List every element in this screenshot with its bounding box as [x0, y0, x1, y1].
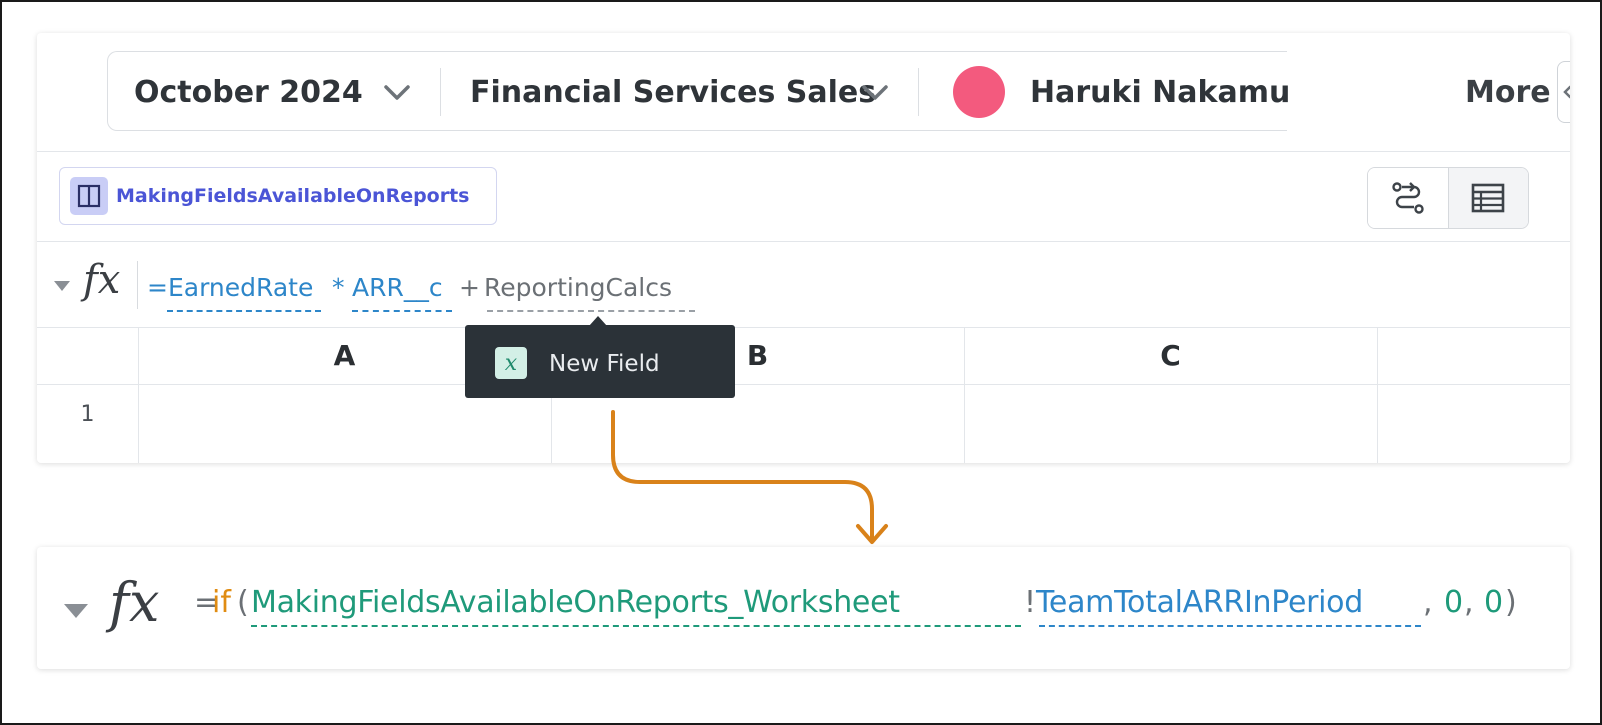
chevron-down-icon[interactable]: [382, 78, 412, 106]
user-filter-label[interactable]: Haruki Nakamu: [1030, 52, 1288, 132]
collapse-caret-icon[interactable]: [63, 602, 89, 620]
formula-token: ,: [1464, 585, 1474, 620]
formula-token: ): [1505, 585, 1517, 620]
formula-token[interactable]: =EarnedRate: [147, 273, 313, 302]
table-icon: [1471, 183, 1505, 213]
formula-token: !: [1024, 585, 1037, 620]
column-header-c[interactable]: C: [964, 327, 1377, 384]
token-underline: [251, 625, 1021, 627]
formula-token[interactable]: MakingFieldsAvailableOnReports_Worksheet: [251, 585, 900, 620]
flow-view-button[interactable]: [1368, 168, 1448, 228]
divider: [37, 241, 1570, 242]
avatar[interactable]: [953, 66, 1005, 118]
columns-icon: [70, 177, 108, 215]
fx-icon: fx: [83, 257, 121, 303]
worksheet-name: MakingFieldsAvailableOnReports: [116, 185, 470, 207]
formula-token[interactable]: if: [212, 585, 231, 620]
formula-token: ,: [1423, 585, 1433, 620]
row-number[interactable]: 1: [37, 384, 138, 444]
filter-bar: October 2024 Financial Services Sales Ha…: [107, 51, 1288, 132]
token-underline: [487, 310, 695, 312]
formula-token: *: [332, 273, 345, 302]
collapse-caret-icon[interactable]: [53, 279, 71, 293]
token-underline: [167, 310, 321, 312]
view-toggle-group: [1367, 167, 1529, 229]
filter-divider: [918, 68, 919, 116]
formula-token: (: [237, 585, 249, 620]
formula-divider: [137, 261, 138, 309]
formula-bar[interactable]: fx =EarnedRate * ARR__c + ReportingCalcs: [37, 243, 1570, 327]
worksheet-chip[interactable]: MakingFieldsAvailableOnReports: [59, 167, 497, 225]
formula-token: 0: [1444, 585, 1464, 620]
formula-token: 0: [1484, 585, 1504, 620]
tooltip-notch: [589, 316, 607, 326]
chevron-down-icon[interactable]: [860, 78, 890, 106]
formula-token: +: [459, 273, 480, 302]
more-button[interactable]: [1557, 61, 1570, 123]
token-underline: [352, 310, 452, 312]
spreadsheet-grid: A B C 1: [37, 327, 1570, 463]
variable-icon: x: [495, 347, 527, 379]
worksheet-panel: October 2024 Financial Services Sales Ha…: [37, 33, 1570, 463]
formula-token[interactable]: TeamTotalARRInPeriod: [1036, 585, 1363, 620]
more-label[interactable]: More: [1465, 75, 1551, 110]
divider: [37, 151, 1570, 152]
formula-result-panel: fx = if ( MakingFieldsAvailableOnReports…: [37, 547, 1570, 669]
tooltip-label: New Field: [549, 351, 660, 377]
flow-icon: [1392, 182, 1424, 214]
new-field-tooltip[interactable]: x New Field: [465, 316, 735, 398]
filter-divider: [440, 68, 441, 116]
formula-token[interactable]: ARR__c: [352, 273, 443, 302]
formula-token[interactable]: ReportingCalcs: [484, 273, 672, 302]
token-underline: [1039, 625, 1421, 627]
period-filter-label[interactable]: October 2024: [134, 52, 363, 132]
table-view-button[interactable]: [1447, 168, 1528, 228]
team-filter-label[interactable]: Financial Services Sales: [470, 52, 876, 132]
chevron-left-icon: [1563, 85, 1570, 99]
fx-icon: fx: [109, 571, 160, 634]
grid-line: [1377, 327, 1378, 463]
cell-c1[interactable]: [964, 385, 1377, 445]
